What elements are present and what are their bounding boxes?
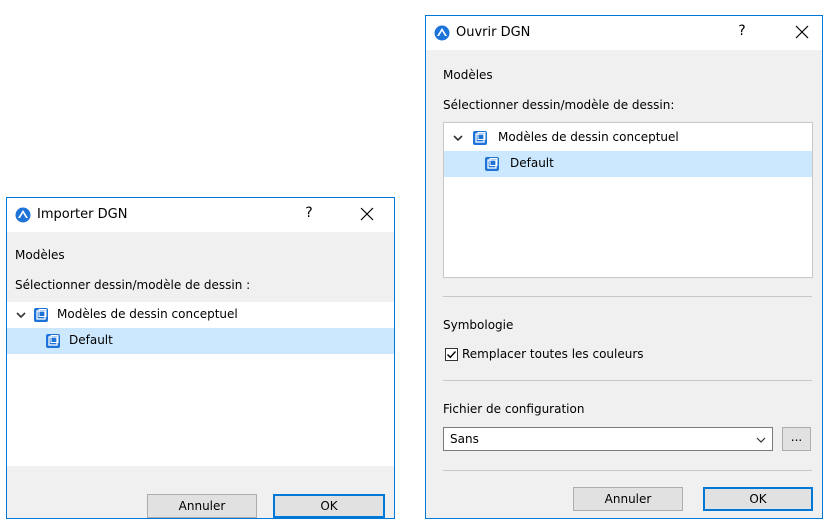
replace-colors-checkbox[interactable] xyxy=(445,348,458,361)
close-icon xyxy=(795,25,809,39)
ok-button[interactable]: OK xyxy=(703,487,813,511)
model-tree[interactable]: Modèles de dessin conceptuel Default xyxy=(7,302,394,466)
title-bar: Ouvrir DGN ? xyxy=(426,16,822,50)
archicad-app-icon xyxy=(15,207,31,223)
help-button[interactable]: ? xyxy=(297,205,321,221)
config-file-select[interactable]: Sans xyxy=(443,427,773,451)
archicad-app-icon xyxy=(434,25,450,41)
tree-item-parent[interactable]: Modèles de dessin conceptuel xyxy=(7,302,394,328)
cancel-button[interactable]: Annuler xyxy=(147,494,257,518)
tree-item-default[interactable]: Default xyxy=(7,328,394,354)
cancel-button[interactable]: Annuler xyxy=(573,487,683,511)
drawing-model-icon xyxy=(46,334,60,348)
tree-item-label: Default xyxy=(510,156,554,170)
tree-item-label: Modèles de dessin conceptuel xyxy=(57,307,238,321)
replace-colors-label[interactable]: Remplacer toutes les couleurs xyxy=(462,347,644,361)
chevron-down-icon[interactable] xyxy=(15,309,27,321)
divider xyxy=(443,380,812,381)
close-button[interactable] xyxy=(353,204,381,226)
divider xyxy=(443,296,812,297)
chevron-down-icon xyxy=(756,437,766,443)
model-tree[interactable]: Modèles de dessin conceptuel Default xyxy=(443,122,813,278)
close-icon xyxy=(360,207,374,221)
tree-item-default[interactable]: Default xyxy=(444,151,812,177)
title-bar: Importer DGN ? xyxy=(7,198,394,232)
dialog-title: Ouvrir DGN xyxy=(456,25,531,40)
select-drawing-label: Sélectionner dessin/modèle de dessin : xyxy=(15,278,251,292)
close-button[interactable] xyxy=(788,22,816,44)
open-dgn-dialog: Ouvrir DGN ? Modèles Sélectionner dessin… xyxy=(425,15,823,519)
tree-item-label: Default xyxy=(69,333,113,347)
drawing-model-icon xyxy=(473,131,487,145)
ok-button[interactable]: OK xyxy=(273,494,385,518)
models-section-label: Modèles xyxy=(443,68,493,82)
config-file-label: Fichier de configuration xyxy=(443,402,585,416)
drawing-model-icon xyxy=(485,157,499,171)
config-file-value: Sans xyxy=(450,432,479,446)
chevron-down-icon[interactable] xyxy=(452,132,464,144)
dialog-title: Importer DGN xyxy=(37,207,128,222)
browse-button[interactable]: ... xyxy=(782,427,811,451)
help-button[interactable]: ? xyxy=(730,23,754,39)
symbology-label: Symbologie xyxy=(443,318,514,332)
import-dgn-dialog: Importer DGN ? Modèles Sélectionner dess… xyxy=(6,197,395,519)
tree-item-label: Modèles de dessin conceptuel xyxy=(498,130,679,144)
drawing-model-icon xyxy=(34,308,48,322)
divider xyxy=(443,470,812,471)
select-drawing-label: Sélectionner dessin/modèle de dessin: xyxy=(443,98,675,112)
tree-item-parent[interactable]: Modèles de dessin conceptuel xyxy=(444,125,812,151)
models-section-label: Modèles xyxy=(15,248,65,262)
checkmark-icon xyxy=(447,351,457,359)
